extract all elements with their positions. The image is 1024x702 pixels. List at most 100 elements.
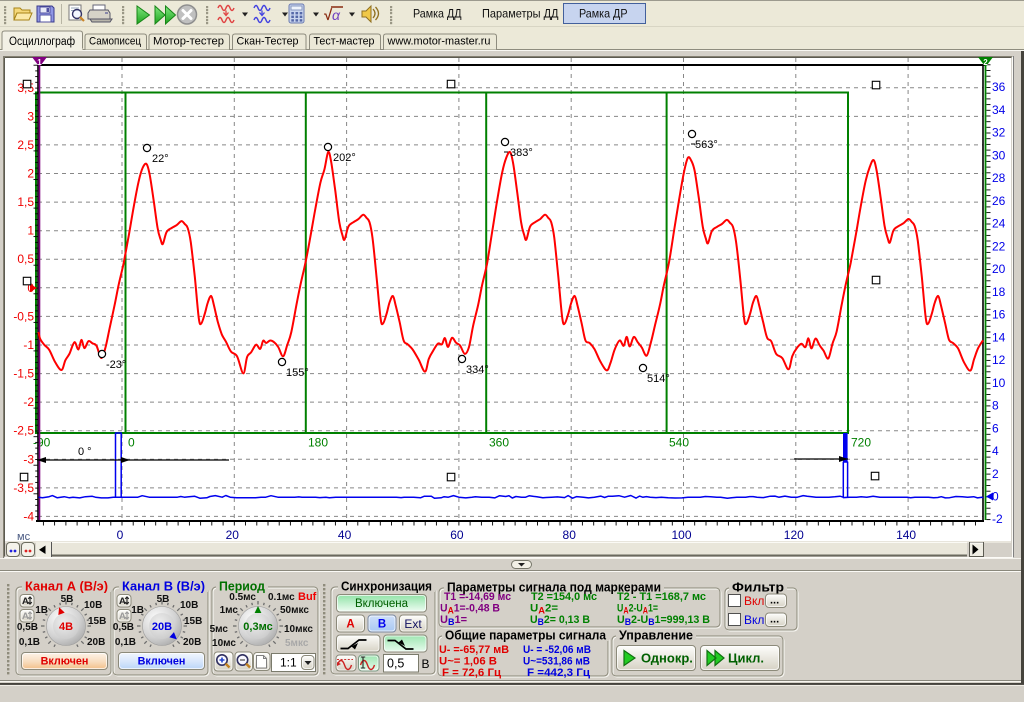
svg-text:Т2 =154,0 мс: Т2 =154,0 мс [531, 591, 597, 603]
svg-text:10мкс: 10мкс [284, 624, 313, 635]
svg-text:1: 1 [37, 58, 42, 67]
svg-text:Рамка ДР: Рамка ДР [579, 7, 628, 21]
svg-text:180: 180 [308, 436, 328, 450]
svg-text:10мс: 10мс [212, 638, 236, 649]
svg-text:Т2 - Т1 =168,7 мс: Т2 - Т1 =168,7 мс [617, 591, 706, 603]
svg-text:120: 120 [784, 528, 804, 542]
svg-text:28: 28 [992, 171, 1006, 185]
svg-text:334°: 334° [466, 364, 489, 376]
svg-text:16: 16 [992, 308, 1006, 322]
svg-text:α: α [332, 7, 341, 23]
svg-text:0 °: 0 ° [78, 446, 92, 458]
svg-text:2: 2 [27, 167, 34, 181]
svg-text:A: A [22, 596, 29, 607]
svg-text:0,3мс: 0,3мс [243, 621, 272, 633]
svg-text:UА1=-0,48 В: UА1=-0,48 В [440, 603, 500, 616]
svg-text:10: 10 [992, 376, 1006, 390]
svg-text:-3: -3 [23, 452, 34, 466]
svg-text:UВ2= 0,13 В: UВ2= 0,13 В [530, 614, 590, 627]
svg-text:15В: 15В [184, 616, 202, 627]
svg-text:80: 80 [563, 528, 577, 542]
svg-text:22°: 22° [152, 153, 169, 165]
svg-text:Канал А (В/э): Канал А (В/э) [25, 580, 108, 594]
svg-text:0.1мс: 0.1мс [268, 592, 295, 603]
svg-text:Синхронизация: Синхронизация [341, 580, 432, 594]
svg-text:5мс: 5мс [210, 624, 229, 635]
svg-text:Мотор-тестер: Мотор-тестер [153, 35, 224, 47]
svg-text:В: В [422, 657, 430, 671]
svg-text:UВ2-UВ1=999,13 В: UВ2-UВ1=999,13 В [617, 614, 710, 627]
svg-text:Рамка ДД: Рамка ДД [413, 7, 462, 21]
svg-text:F =442,3 Гц: F =442,3 Гц [527, 667, 590, 679]
svg-text:-2: -2 [23, 395, 34, 409]
svg-text:A: A [22, 611, 29, 622]
svg-text:1В: 1В [131, 605, 144, 616]
svg-text:Осциллограф: Осциллограф [9, 36, 75, 48]
svg-text:-23°: -23° [106, 359, 126, 371]
svg-text:Т1 =-14,69 мс: Т1 =-14,69 мс [444, 591, 511, 603]
svg-text:1В: 1В [35, 605, 48, 616]
svg-text:Buf: Buf [298, 591, 317, 603]
svg-text:UВ1=: UВ1= [440, 614, 467, 627]
svg-text:50мкс: 50мкс [280, 605, 309, 616]
svg-text:514°: 514° [647, 373, 670, 385]
svg-text:U- = -52,06 мВ: U- = -52,06 мВ [523, 644, 591, 656]
svg-text:34: 34 [992, 103, 1006, 117]
svg-text:...: ... [770, 595, 779, 607]
svg-text:720: 720 [851, 436, 871, 450]
svg-text:Самописец: Самописец [89, 35, 142, 47]
svg-text:360: 360 [489, 436, 509, 450]
svg-text:Включена: Включена [355, 598, 409, 610]
svg-text:383°: 383° [510, 147, 533, 159]
svg-text:155°: 155° [286, 367, 309, 379]
svg-text:15В: 15В [88, 616, 106, 627]
svg-text:-4: -4 [23, 509, 34, 523]
svg-text:Вкл: Вкл [744, 613, 764, 627]
svg-text:А: А [346, 619, 354, 631]
svg-text:A: A [119, 596, 126, 607]
svg-text:0.5мс: 0.5мс [229, 592, 256, 603]
svg-text:Вкл: Вкл [744, 594, 764, 608]
svg-text:5В: 5В [61, 594, 74, 605]
svg-text:Управление: Управление [619, 629, 693, 643]
svg-text:1мс: 1мс [220, 605, 239, 616]
svg-text:12: 12 [992, 353, 1006, 367]
svg-text:0,5В: 0,5В [17, 622, 38, 633]
svg-text:0,5: 0,5 [17, 252, 34, 266]
svg-text:Параметры ДД: Параметры ДД [482, 7, 559, 21]
svg-text:20: 20 [992, 262, 1006, 276]
svg-text:F = 72,6 Гц: F = 72,6 Гц [442, 667, 501, 679]
svg-text:30: 30 [992, 148, 1006, 162]
svg-text:Однокр.: Однокр. [641, 651, 693, 666]
svg-text:5В: 5В [157, 594, 170, 605]
svg-text:U~= 1,06 В: U~= 1,06 В [439, 656, 497, 668]
svg-text:60: 60 [450, 528, 464, 542]
svg-text:Общие параметры сигнала: Общие параметры сигнала [445, 629, 607, 643]
svg-text:540: 540 [669, 436, 689, 450]
svg-text:10В: 10В [84, 600, 102, 611]
svg-text:202°: 202° [333, 152, 356, 164]
svg-text:0: 0 [117, 528, 124, 542]
svg-text:563°: 563° [695, 139, 718, 151]
svg-text:U~=531,86 мВ: U~=531,86 мВ [523, 656, 590, 668]
svg-text:20В: 20В [183, 637, 201, 648]
svg-text:-3,5: -3,5 [13, 481, 34, 495]
svg-text:Скан-Тестер: Скан-Тестер [237, 35, 299, 47]
svg-text:Тест-мастер: Тест-мастер [314, 35, 375, 47]
svg-text:8: 8 [992, 399, 999, 413]
svg-text:2,5: 2,5 [17, 138, 34, 152]
svg-text:5мкс: 5мкс [285, 638, 309, 649]
svg-text:Цикл.: Цикл. [728, 651, 764, 666]
svg-text:Фильтр: Фильтр [732, 581, 784, 595]
svg-text:3: 3 [27, 109, 34, 123]
svg-text:Включен: Включен [138, 656, 186, 668]
svg-text:100: 100 [671, 528, 691, 542]
svg-text:22: 22 [992, 239, 1006, 253]
svg-text:0: 0 [128, 436, 135, 450]
svg-text:www.motor-master.ru: www.motor-master.ru [387, 35, 491, 47]
svg-text:Включен: Включен [41, 656, 89, 668]
svg-text:10В: 10В [180, 600, 198, 611]
svg-text:A: A [119, 611, 126, 622]
svg-text:2: 2 [992, 467, 999, 481]
svg-text:2: 2 [983, 58, 988, 67]
